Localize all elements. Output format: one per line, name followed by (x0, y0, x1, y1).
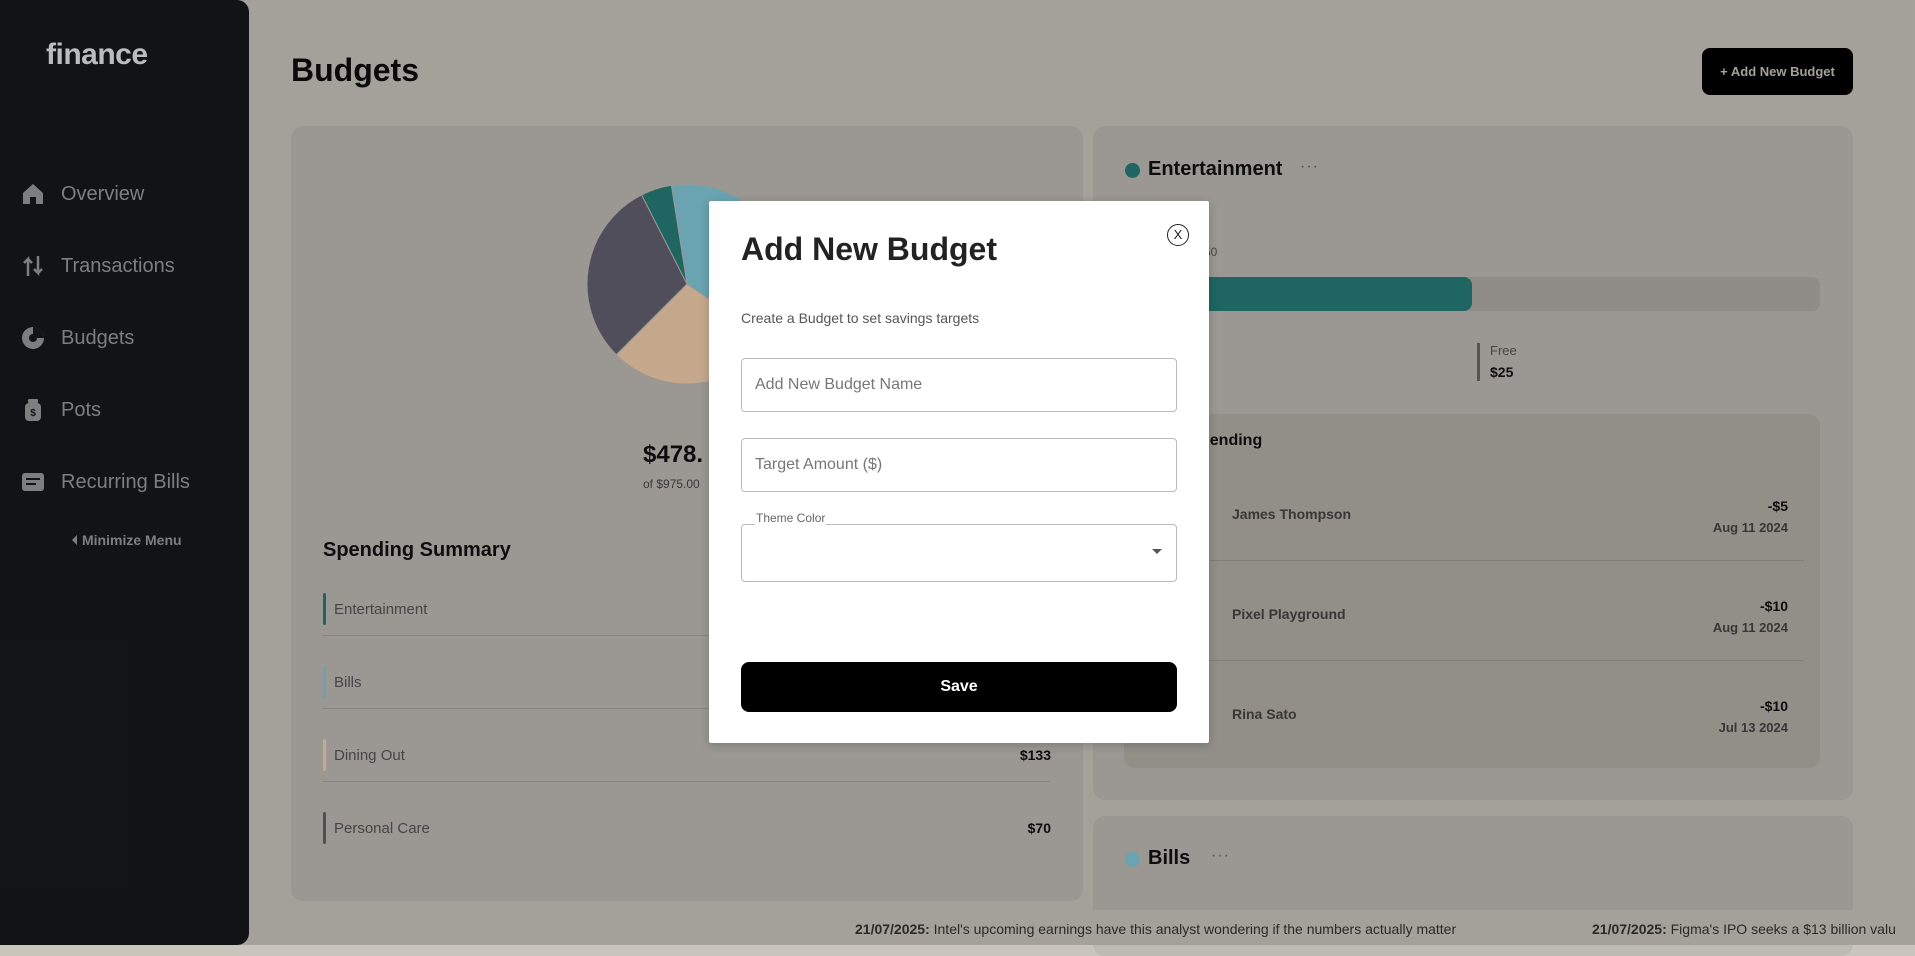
target-amount-input[interactable]: Target Amount ($) (741, 438, 1177, 492)
save-button[interactable]: Save (741, 662, 1177, 712)
budget-name-input[interactable]: Add New Budget Name (741, 358, 1177, 412)
theme-color-label: Theme Color (755, 511, 827, 525)
close-icon[interactable]: X (1167, 224, 1189, 246)
caret-down-icon (1152, 549, 1162, 554)
add-budget-modal: Add New Budget X Create a Budget to set … (709, 201, 1209, 743)
theme-color-select[interactable] (741, 524, 1177, 582)
modal-description: Create a Budget to set savings targets (741, 310, 980, 326)
modal-title: Add New Budget (741, 231, 997, 267)
